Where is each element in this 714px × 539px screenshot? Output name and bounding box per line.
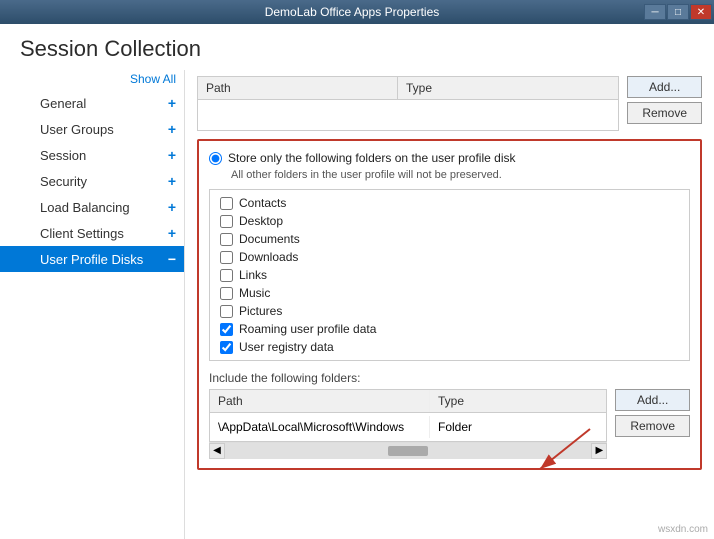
sidebar-label-load-balancing: Load Balancing xyxy=(40,200,168,215)
scroll-left-button[interactable]: ◀ xyxy=(209,443,225,459)
watermark: wsxdn.com xyxy=(658,524,708,535)
checkbox-music[interactable] xyxy=(220,287,233,300)
checkbox-desktop-label: Desktop xyxy=(239,214,283,228)
checkbox-user-registry[interactable] xyxy=(220,341,233,354)
scroll-thumb xyxy=(388,446,428,456)
checkbox-links-item: Links xyxy=(210,266,689,284)
maximize-button[interactable]: □ xyxy=(667,4,689,20)
sidebar-item-load-balancing[interactable]: Load Balancing + xyxy=(0,194,184,220)
expand-general-icon: + xyxy=(168,95,176,111)
top-table: Path Type xyxy=(197,76,619,131)
sidebar-item-user-profile-disks[interactable]: User Profile Disks − xyxy=(0,246,184,272)
checkbox-roaming[interactable] xyxy=(220,323,233,336)
sidebar-item-user-groups[interactable]: User Groups + xyxy=(0,116,184,142)
sidebar-label-client-settings: Client Settings xyxy=(40,226,168,241)
title-bar-buttons: ─ □ ✕ xyxy=(644,4,714,20)
top-table-path-header: Path xyxy=(198,77,398,99)
top-remove-button[interactable]: Remove xyxy=(627,102,702,124)
checkbox-music-item: Music xyxy=(210,284,689,302)
checkbox-roaming-item: Roaming user profile data xyxy=(210,320,689,338)
checkbox-downloads[interactable] xyxy=(220,251,233,264)
expand-session-icon: + xyxy=(168,147,176,163)
scroll-row: ◀ ▶ xyxy=(209,442,607,458)
bottom-buttons: Add... Remove xyxy=(615,389,690,437)
checkbox-downloads-item: Downloads xyxy=(210,248,689,266)
title-bar-title: DemoLab Office Apps Properties xyxy=(60,5,644,19)
expand-security-icon: + xyxy=(168,173,176,189)
checkbox-user-registry-item: User registry data xyxy=(210,338,689,356)
page-title: Session Collection xyxy=(0,24,714,70)
scroll-right-button[interactable]: ▶ xyxy=(591,443,607,459)
bottom-table-path-cell: \AppData\Local\Microsoft\Windows xyxy=(210,416,430,438)
checkbox-documents-label: Documents xyxy=(239,232,300,246)
bottom-table-wrapper: Path Type \AppData\Local\Microsoft\Windo… xyxy=(209,389,607,458)
checkbox-links-label: Links xyxy=(239,268,267,282)
close-button[interactable]: ✕ xyxy=(690,4,712,20)
checkbox-desktop[interactable] xyxy=(220,215,233,228)
expand-load-balancing-icon: + xyxy=(168,199,176,215)
bottom-table-section: Path Type \AppData\Local\Microsoft\Windo… xyxy=(209,389,690,458)
title-bar: DemoLab Office Apps Properties ─ □ ✕ xyxy=(0,0,714,24)
checkbox-music-label: Music xyxy=(239,286,270,300)
include-label: Include the following folders: xyxy=(209,371,690,385)
sidebar-label-user-profile-disks: User Profile Disks xyxy=(40,252,168,267)
sidebar-label-session: Session xyxy=(40,148,168,163)
expand-user-groups-icon: + xyxy=(168,121,176,137)
window-content: Session Collection Show All General + Us… xyxy=(0,24,714,539)
checkbox-desktop-item: Desktop xyxy=(210,212,689,230)
sidebar-label-security: Security xyxy=(40,174,168,189)
bottom-remove-button[interactable]: Remove xyxy=(615,415,690,437)
main-body: Show All General + User Groups + Session… xyxy=(0,70,714,539)
bottom-table: Path Type \AppData\Local\Microsoft\Windo… xyxy=(209,389,607,442)
checkbox-pictures-item: Pictures xyxy=(210,302,689,320)
checkbox-documents-item: Documents xyxy=(210,230,689,248)
checkbox-contacts-item: Contacts xyxy=(210,194,689,212)
top-table-header: Path Type xyxy=(198,77,618,100)
checkbox-contacts[interactable] xyxy=(220,197,233,210)
sidebar-item-session[interactable]: Session + xyxy=(0,142,184,168)
bottom-table-header: Path Type xyxy=(210,390,606,413)
radio-store-only-row: Store only the following folders on the … xyxy=(209,151,690,165)
top-buttons: Add... Remove xyxy=(627,76,702,131)
radio-store-only[interactable] xyxy=(209,152,222,165)
checkbox-contacts-label: Contacts xyxy=(239,196,286,210)
show-all-link[interactable]: Show All xyxy=(0,70,184,90)
bottom-add-button[interactable]: Add... xyxy=(615,389,690,411)
checkbox-user-registry-label: User registry data xyxy=(239,340,334,354)
radio-store-only-label: Store only the following folders on the … xyxy=(228,151,516,165)
bottom-table-type-cell: Folder xyxy=(430,416,510,438)
sidebar-item-general[interactable]: General + xyxy=(0,90,184,116)
scroll-track[interactable] xyxy=(225,443,591,459)
sidebar-item-client-settings[interactable]: Client Settings + xyxy=(0,220,184,246)
minimize-button[interactable]: ─ xyxy=(644,4,666,20)
checkbox-pictures[interactable] xyxy=(220,305,233,318)
checkbox-links[interactable] xyxy=(220,269,233,282)
bottom-table-body: \AppData\Local\Microsoft\Windows Folder xyxy=(210,413,606,441)
checkbox-pictures-label: Pictures xyxy=(239,304,282,318)
sidebar-label-user-groups: User Groups xyxy=(40,122,168,137)
bottom-table-type-header: Type xyxy=(430,390,510,412)
sidebar-item-security[interactable]: Security + xyxy=(0,168,184,194)
checkbox-list: Contacts Desktop Documents Downloads xyxy=(209,189,690,361)
red-border-section: Store only the following folders on the … xyxy=(197,139,702,470)
top-add-button[interactable]: Add... xyxy=(627,76,702,98)
checkbox-downloads-label: Downloads xyxy=(239,250,298,264)
checkbox-documents[interactable] xyxy=(220,233,233,246)
info-text: All other folders in the user profile wi… xyxy=(231,169,690,181)
collapse-user-profile-disks-icon: − xyxy=(168,251,176,267)
top-table-area: Path Type Add... Remove xyxy=(197,76,702,131)
expand-client-settings-icon: + xyxy=(168,225,176,241)
top-table-body xyxy=(198,100,618,130)
content-area: Path Type Add... Remove Store only the f… xyxy=(185,70,714,539)
sidebar-label-general: General xyxy=(40,96,168,111)
checkbox-roaming-label: Roaming user profile data xyxy=(239,322,376,336)
sidebar: Show All General + User Groups + Session… xyxy=(0,70,185,539)
top-table-type-header: Type xyxy=(398,77,538,99)
bottom-table-path-header: Path xyxy=(210,390,430,412)
